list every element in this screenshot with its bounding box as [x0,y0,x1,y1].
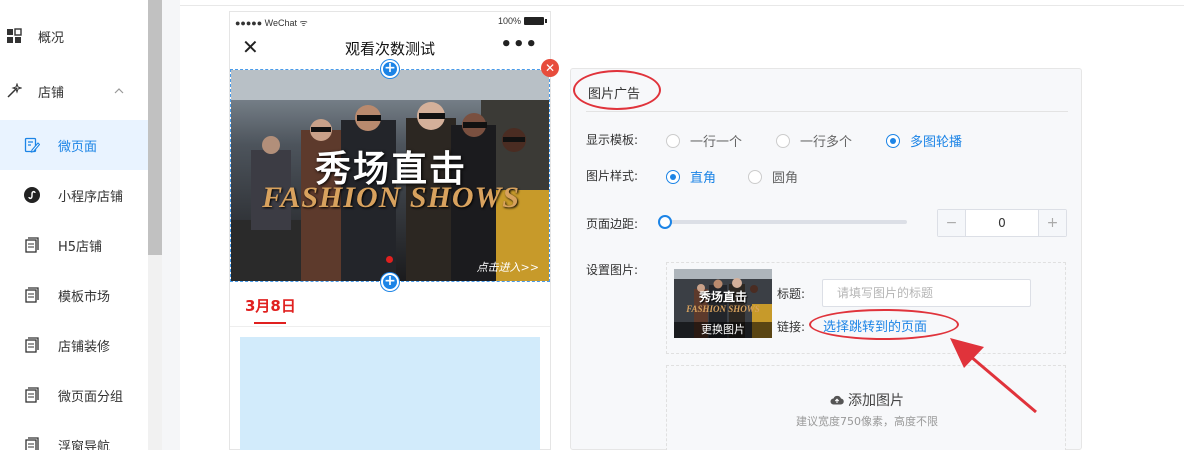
sidebar-item-h5-store[interactable]: H5店铺 [0,220,148,270]
sidebar-item-store[interactable]: 店铺 [0,66,148,116]
top-divider [180,5,1184,6]
divider [586,111,1068,112]
add-image-label: 添加图片 [848,393,904,409]
sidebar-item-label: H5店铺 [58,239,103,255]
annotation-arrow-icon [950,338,1037,414]
sidebar-item-micro-page[interactable]: 微页面 [0,120,148,170]
carousel-indicator-dot[interactable] [386,256,393,263]
carrier-text: ●●●●● WeChat ᯤ [235,18,308,28]
radio-carousel[interactable]: 多图轮播 [886,131,962,150]
margin-stepper: − 0 + [937,209,1067,237]
margin-label: 页面边距: [586,217,639,231]
delete-component-icon[interactable]: ✕ [541,59,559,77]
style-label: 图片样式: [586,169,639,183]
content-placeholder-block[interactable] [240,337,540,450]
page-icon [24,387,40,403]
radio-label: 一行一个 [690,135,743,150]
sidebar-item-label: 微页面 [58,139,98,155]
thumbnail-title-en: FASHION SHOWS [686,304,760,314]
cloud-upload-icon [830,395,844,405]
radio-round-corner[interactable]: 圆角 [748,167,798,186]
status-bar: ●●●●● WeChat ᯤ 100% [230,12,550,32]
radio-one-per-row[interactable]: 一行一个 [666,131,742,150]
sidebar-item-label: 模板市场 [58,289,111,305]
tab-date[interactable]: 3月8日 [245,295,296,316]
radio-label: 圆角 [772,171,799,186]
sidebar-item-float-nav[interactable]: 浮窗导航 [0,420,148,450]
title-field-label: 标题: [777,287,806,301]
page-icon [24,287,40,303]
tab-active-underline [254,322,286,324]
sidebar-item-template-market[interactable]: 模板市场 [0,270,148,320]
decrement-button[interactable]: − [938,210,966,236]
page-icon [24,337,40,353]
thumbnail-title-cn: 秀场直击 [698,290,747,304]
radio-dot [666,169,680,184]
image-thumbnail[interactable]: 秀场直击 FASHION SHOWS 更换图片 [674,269,772,338]
more-icon[interactable]: ••• [500,34,538,55]
banner-enter-link[interactable]: 点击进入>> [477,259,539,275]
increment-button[interactable]: + [1038,210,1066,236]
store-wand-icon [6,83,22,99]
sidebar-item-label: 小程序店铺 [58,189,124,205]
radio-label: 直角 [690,171,717,186]
edit-page-icon [24,137,40,153]
set-image-label: 设置图片: [586,263,639,277]
sidebar-item-label: 浮窗导航 [58,439,111,450]
battery-text: 100% [497,16,521,26]
image-title-input[interactable] [822,279,1031,307]
margin-slider-handle[interactable] [658,215,672,229]
phone-preview: ●●●●● WeChat ᯤ 100% ✕ 观看次数测试 ••• 秀场直击 FA… [229,11,559,450]
radio-dot [776,133,790,148]
battery-icon [524,17,547,25]
divider [230,326,550,327]
sidebar-scrollbar-thumb[interactable] [148,0,162,255]
radio-square-corner[interactable]: 直角 [666,167,716,186]
app-root: 概况 店铺 微页面 小程序店铺 H5店铺 模板市场 店铺装修 微页面分组 浮窗导… [0,0,1184,450]
radio-label: 多图轮播 [910,135,963,150]
radio-multi-per-row[interactable]: 一行多个 [776,131,852,150]
sidebar-item-store-decoration[interactable]: 店铺装修 [0,320,148,370]
chevron-up-icon[interactable] [114,86,124,96]
radio-label: 一行多个 [800,135,853,150]
margin-value[interactable]: 0 [966,210,1038,236]
annotation-circle [809,309,959,340]
grid-icon [6,28,22,44]
margin-slider-track[interactable] [665,220,907,224]
sidebar-item-micro-page-group[interactable]: 微页面分组 [0,370,148,420]
content-gutter [162,0,180,450]
page-icon [24,237,40,253]
radio-dot [748,169,762,184]
sidebar-item-label: 店铺 [38,85,65,101]
miniprogram-icon [24,187,40,203]
sidebar-item-overview[interactable]: 概况 [0,11,148,61]
sidebar-item-miniprogram-store[interactable]: 小程序店铺 [0,170,148,220]
change-image-button[interactable]: 更换图片 [674,322,772,338]
sidebar-item-label: 店铺装修 [58,339,111,355]
template-label: 显示模板: [586,133,639,147]
annotation-circle [573,70,661,110]
sidebar-item-label: 概况 [38,30,65,46]
battery-indicator: 100% [497,16,547,26]
banner-title-en: FASHION SHOWS [262,181,520,214]
sidebar-item-label: 微页面分组 [58,389,124,405]
sidebar: 概况 店铺 微页面 小程序店铺 H5店铺 模板市场 店铺装修 微页面分组 浮窗导… [0,0,148,450]
image-ad-banner[interactable]: 秀场直击 FASHION SHOWS 点击进入>> [230,69,550,282]
radio-dot [886,133,900,148]
link-field-label: 链接: [777,320,806,334]
radio-dot [666,133,680,148]
page-icon [24,437,40,450]
add-component-below-icon[interactable]: + [381,273,399,291]
add-component-above-icon[interactable]: + [381,60,399,78]
